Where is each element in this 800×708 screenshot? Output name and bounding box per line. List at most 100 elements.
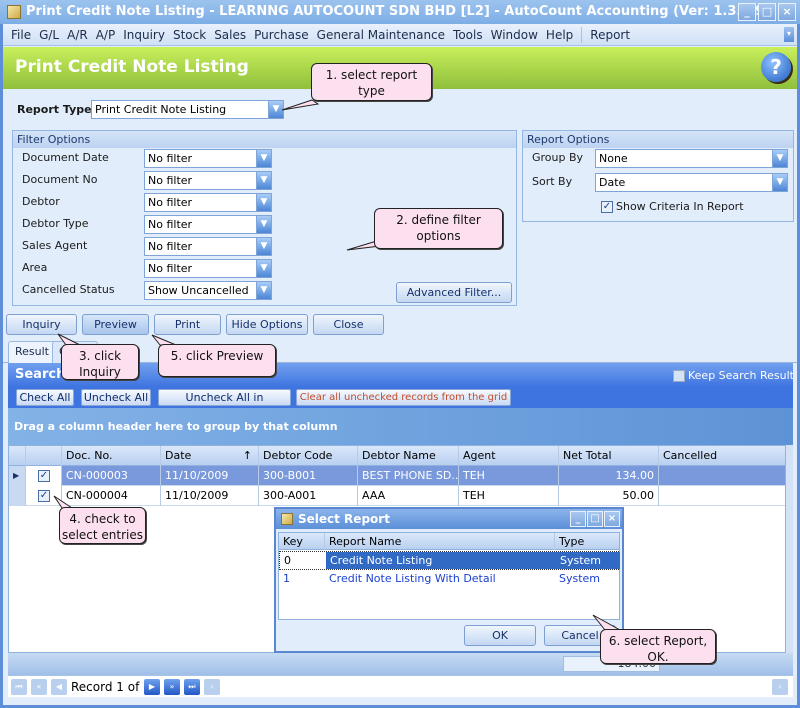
menu-gl[interactable]: G/L [35, 28, 63, 42]
menu-separator [581, 26, 583, 43]
chevron-down-icon[interactable]: ▼ [268, 101, 283, 118]
chevron-down-icon[interactable]: ▼ [256, 194, 271, 211]
chevron-down-icon[interactable]: ▼ [772, 174, 787, 191]
dialog-title: Select Report [298, 512, 390, 526]
row-checkbox[interactable]: ✓ [38, 490, 50, 502]
cell-debtor-code: 300-A001 [259, 486, 358, 506]
column-header-doc-no[interactable]: Doc. No. [62, 446, 161, 466]
menu-purchase[interactable]: Purchase [250, 28, 313, 42]
minimize-button[interactable]: _ [738, 3, 756, 21]
filter-value: Show Uncancelled [148, 284, 249, 297]
uncheck-all-button[interactable]: Uncheck All [81, 389, 151, 406]
report-list-item[interactable]: 1 Credit Note Listing With Detail System [279, 570, 619, 589]
column-header-agent[interactable]: Agent [459, 446, 559, 466]
row-checkbox[interactable]: ✓ [38, 470, 50, 482]
filter-debtor-type-select[interactable]: No filter ▼ [144, 215, 272, 234]
column-header-report-name[interactable]: Report Name [325, 533, 555, 550]
dialog-close-button[interactable]: × [604, 511, 620, 527]
last-record-icon[interactable]: ⏭ [184, 679, 200, 695]
column-header-key[interactable]: Key [279, 533, 325, 550]
advanced-filter-button[interactable]: Advanced Filter... [396, 282, 512, 303]
keep-search-result-checkbox[interactable] [673, 370, 685, 382]
cell-cancelled [659, 486, 785, 506]
group-by-panel[interactable]: Drag a column header here to group by th… [8, 408, 793, 445]
prev-page-icon[interactable]: « [31, 679, 47, 695]
show-criteria-checkbox[interactable]: ✓ [601, 201, 613, 213]
cell-cancelled [659, 466, 785, 486]
chevron-down-icon[interactable]: ▼ [256, 150, 271, 167]
close-window-button[interactable]: × [778, 3, 796, 21]
group-by-value: None [599, 152, 628, 165]
menu-general-maintenance[interactable]: General Maintenance [313, 28, 449, 42]
column-header-debtor-code[interactable]: Debtor Code [259, 446, 358, 466]
filter-sales-agent-select[interactable]: No filter ▼ [144, 237, 272, 256]
filter-document-no-select[interactable]: No filter ▼ [144, 171, 272, 190]
menu-window[interactable]: Window [487, 28, 542, 42]
report-name: Credit Note Listing [326, 552, 556, 569]
chevron-down-icon[interactable]: ▼ [256, 260, 271, 277]
close-button[interactable]: Close [313, 314, 384, 335]
print-button[interactable]: Print [154, 314, 221, 335]
cell-debtor-name: BEST PHONE SD... [358, 466, 459, 486]
filter-debtor-select[interactable]: No filter ▼ [144, 193, 272, 212]
scroll-right-icon[interactable]: › [772, 679, 788, 695]
column-header-date[interactable]: Date ↑ [161, 446, 259, 466]
group-by-select[interactable]: None ▼ [595, 149, 788, 168]
table-row[interactable]: ▶ ✓ CN-000003 11/10/2009 300-B001 BEST P… [9, 466, 785, 486]
menu-ar[interactable]: A/R [63, 28, 92, 42]
menu-ap[interactable]: A/P [92, 28, 120, 42]
dialog-maximize-button[interactable]: □ [587, 511, 603, 527]
table-row[interactable]: ✓ CN-000004 11/10/2009 300-A001 AAA TEH … [9, 486, 785, 506]
menu-tools[interactable]: Tools [449, 28, 487, 42]
sort-by-select[interactable]: Date ▼ [595, 173, 788, 192]
filter-options-title: Filter Options [13, 131, 516, 148]
clear-unchecked-button[interactable]: Clear all unchecked records from the gri… [296, 389, 511, 406]
menu-sales[interactable]: Sales [210, 28, 250, 42]
tab-result[interactable]: Result [8, 341, 56, 363]
filter-cancelled-status-select[interactable]: Show Uncancelled ▼ [144, 281, 272, 300]
scroll-left-icon[interactable]: ‹ [204, 679, 220, 695]
next-record-icon[interactable]: ▶ [144, 679, 160, 695]
menu-overflow-chevron-icon[interactable]: ▾ [784, 27, 794, 42]
menu-file[interactable]: File [7, 28, 35, 42]
hide-options-button[interactable]: Hide Options [226, 314, 308, 335]
report-type-select[interactable]: Print Credit Note Listing ▼ [91, 100, 284, 119]
filter-document-date-select[interactable]: No filter ▼ [144, 149, 272, 168]
chevron-down-icon[interactable]: ▼ [256, 238, 271, 255]
row-indicator-icon: ▶ [9, 466, 26, 486]
menu-inquiry[interactable]: Inquiry [119, 28, 169, 42]
uncheck-all-in-selection-button[interactable]: Uncheck All in Selection [158, 389, 291, 419]
column-header-cancelled[interactable]: Cancelled [659, 446, 785, 466]
prev-record-icon[interactable]: ◀ [51, 679, 67, 695]
chevron-down-icon[interactable]: ▼ [256, 282, 271, 299]
filter-area-select[interactable]: No filter ▼ [144, 259, 272, 278]
next-page-icon[interactable]: » [164, 679, 180, 695]
chevron-down-icon[interactable]: ▼ [772, 150, 787, 167]
show-criteria-label: Show Criteria In Report [616, 200, 744, 213]
chevron-down-icon[interactable]: ▼ [256, 216, 271, 233]
column-header-debtor-name[interactable]: Debtor Name [358, 446, 459, 466]
ok-button[interactable]: OK [464, 625, 536, 646]
dialog-minimize-button[interactable]: _ [570, 511, 586, 527]
check-all-button[interactable]: Check All [16, 389, 74, 406]
preview-button[interactable]: Preview [82, 314, 149, 335]
menu-report[interactable]: Report [586, 28, 634, 42]
maximize-button[interactable]: □ [758, 3, 776, 21]
group-by-label: Group By [532, 151, 584, 164]
select-report-dialog: Select Report _ □ × Key Report Name Type… [274, 507, 624, 653]
callout-check-entries: 4. check to select entries [59, 507, 146, 544]
chevron-down-icon[interactable]: ▼ [256, 172, 271, 189]
menu-stock[interactable]: Stock [169, 28, 210, 42]
inquiry-button[interactable]: Inquiry [6, 314, 77, 335]
first-record-icon[interactable]: ⏮ [11, 679, 27, 695]
help-icon[interactable]: ? [761, 52, 791, 82]
check-header [26, 446, 62, 466]
report-list-item[interactable]: 0 Credit Note Listing System [279, 551, 620, 570]
report-type-value: Print Credit Note Listing [95, 103, 227, 116]
grid-vertical-scrollbar[interactable] [786, 445, 793, 653]
menu-help[interactable]: Help [542, 28, 577, 42]
indicator-header [9, 446, 26, 466]
column-header-type[interactable]: Type [555, 533, 619, 550]
date-header-label: Date [165, 449, 192, 462]
column-header-net-total[interactable]: Net Total [559, 446, 659, 466]
